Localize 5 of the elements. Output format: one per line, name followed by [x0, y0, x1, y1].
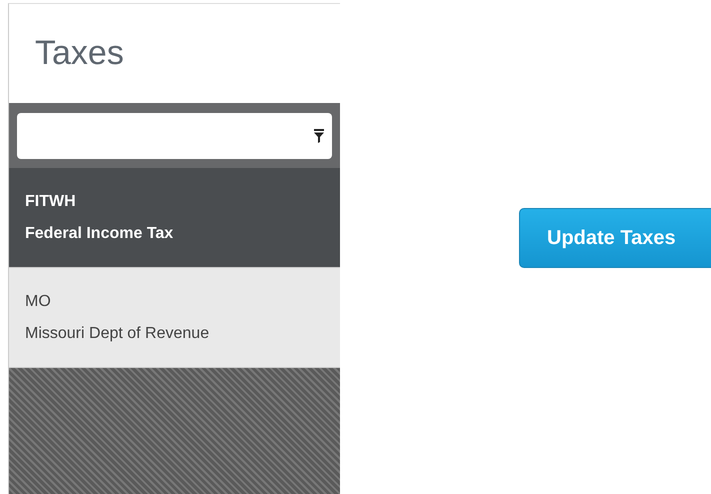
- tax-list-item[interactable]: MO Missouri Dept of Revenue: [9, 268, 340, 368]
- filter-icon[interactable]: [314, 128, 324, 142]
- filter-field[interactable]: [17, 112, 332, 158]
- panel-title: Taxes: [35, 34, 124, 73]
- tax-list-item[interactable]: FITWH Federal Income Tax: [9, 168, 340, 268]
